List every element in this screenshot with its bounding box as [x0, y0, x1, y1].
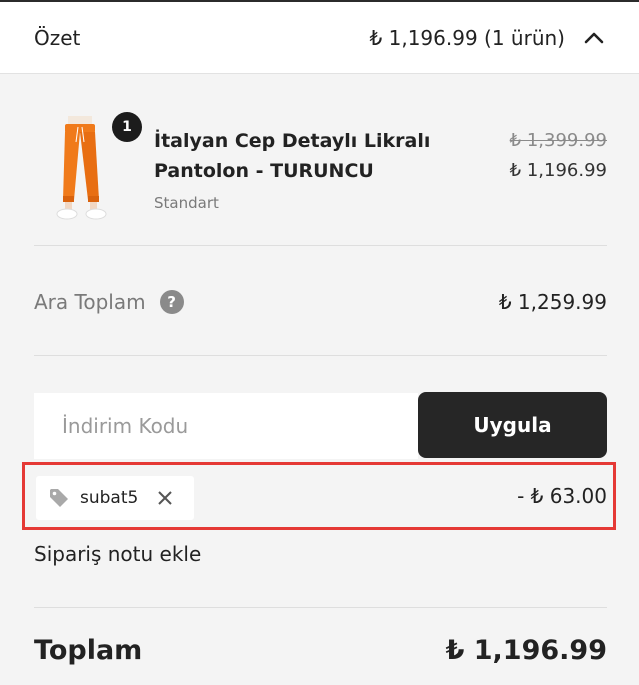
product-name: İtalyan Cep Detaylı Likralı Pantolon - T… — [154, 130, 431, 182]
coupon-code: subat5 — [80, 488, 139, 508]
summary-total: ₺ 1,196.99 (1 ürün) — [369, 25, 565, 50]
subtotal-value: ₺ 1,259.99 — [498, 290, 607, 314]
order-summary-toggle[interactable]: Özet ₺ 1,196.99 (1 ürün) — [0, 2, 639, 74]
cart-line-item: 1 İtalyan Cep Detaylı Likralı Pantolon -… — [34, 108, 607, 228]
subtotal-label-group: Ara Toplam ? — [34, 290, 184, 314]
tag-icon — [48, 487, 70, 509]
subtotal-row: Ara Toplam ? ₺ 1,259.99 — [34, 284, 607, 320]
divider — [34, 355, 607, 356]
subtotal-label: Ara Toplam — [34, 290, 146, 314]
original-price: ₺ 1,399.99 — [509, 130, 607, 151]
quantity-badge: 1 — [112, 112, 142, 142]
sale-price: ₺ 1,196.99 — [509, 160, 607, 181]
close-icon[interactable] — [156, 489, 174, 507]
discount-amount: - ₺ 63.00 — [517, 484, 607, 508]
help-icon[interactable]: ? — [159, 290, 184, 314]
applied-coupon-chip: subat5 — [36, 476, 194, 520]
summary-total-group: ₺ 1,196.99 (1 ürün) — [370, 26, 605, 50]
total-label: Toplam — [34, 634, 143, 666]
product-variant: Standart — [154, 194, 219, 212]
divider — [34, 245, 607, 246]
divider — [34, 607, 607, 608]
discount-code-input[interactable] — [34, 393, 418, 459]
summary-title: Özet — [34, 25, 81, 50]
total-row: Toplam ₺ 1,196.99 — [34, 630, 607, 670]
apply-discount-button[interactable]: Uygula — [418, 392, 607, 458]
total-value: ₺ 1,196.99 — [445, 634, 607, 666]
add-order-note-link[interactable]: Sipariş notu ekle — [34, 542, 201, 566]
chevron-up-icon[interactable] — [583, 27, 605, 49]
